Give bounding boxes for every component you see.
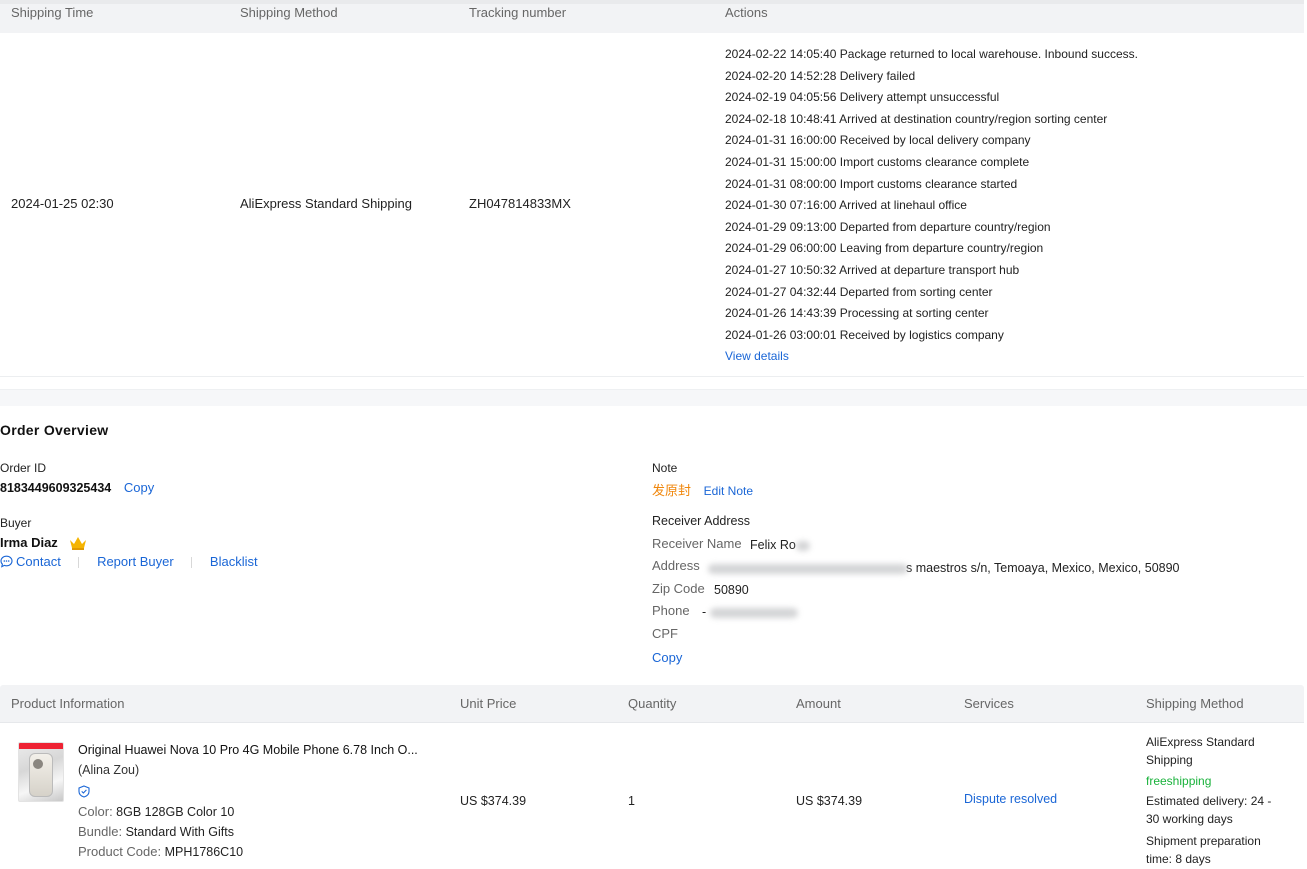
redacted-text — [710, 607, 799, 618]
contact-button[interactable]: Contact — [0, 554, 64, 569]
divider — [78, 557, 80, 569]
copy-order-id-button[interactable]: Copy — [124, 480, 154, 495]
header-shipping-time: Shipping Time — [11, 5, 94, 20]
estimated-delivery-line2: 30 working days — [1146, 812, 1233, 826]
cpf-label: CPF — [652, 626, 678, 641]
divider — [191, 557, 193, 569]
freeshipping-badge: freeshipping — [1146, 774, 1212, 788]
zip-code-value: 50890 — [714, 583, 749, 597]
buyer-label: Buyer — [0, 516, 32, 530]
zip-code-label: Zip Code — [652, 581, 705, 596]
header-tracking-number: Tracking number — [469, 5, 567, 20]
amount: US $374.39 — [796, 794, 863, 808]
dispute-resolved-link[interactable]: Dispute resolved — [964, 792, 1057, 806]
order-id-label: Order ID — [0, 461, 47, 475]
tracking-event: 2024-02-22 14:05:40 Package returned to … — [725, 47, 1138, 61]
header-shipping-method: Shipping Method — [1146, 696, 1244, 711]
shipping-method-line2: Shipping — [1146, 753, 1193, 767]
crown-icon — [69, 536, 87, 553]
phone-label: Phone — [652, 603, 690, 618]
tracking-event: 2024-01-31 08:00:00 Import customs clear… — [725, 176, 1018, 191]
tracking-event: 2024-01-27 04:32:44 Departed from sortin… — [725, 284, 993, 299]
order-overview-title: Order Overview — [0, 422, 109, 438]
shipping-table: Shipping Time Shipping Method Tracking n… — [0, 0, 1304, 377]
seller-name: (Alina Zou) — [78, 763, 140, 777]
redacted-text — [708, 563, 908, 574]
buyer-name: Irma Diaz — [0, 535, 58, 550]
tracking-event: 2024-01-31 15:00:00 Import customs clear… — [725, 154, 1030, 169]
order-id-value: 8183449609325434 — [0, 481, 112, 495]
shipping-table-header: Shipping Time Shipping Method Tracking n… — [0, 0, 1304, 33]
tracking-event: 2024-02-19 04:05:56 Delivery attempt uns… — [725, 90, 1000, 105]
copy-address-button[interactable]: Copy — [652, 650, 682, 665]
header-amount: Amount — [796, 696, 841, 711]
estimated-delivery-line1: Estimated delivery: 24 - — [1146, 794, 1272, 808]
address-label: Address — [652, 558, 700, 573]
tracking-event: 2024-02-18 10:48:41 Arrived at destinati… — [725, 111, 1108, 126]
header-product-information: Product Information — [11, 696, 125, 711]
contact-label: Contact — [16, 554, 61, 569]
shipment-preparation-line2: time: 8 days — [1146, 852, 1211, 866]
tracking-event: 2024-02-20 14:52:28 Delivery failed — [725, 68, 916, 83]
tracking-event: 2024-01-31 16:00:00 Received by local de… — [725, 133, 1031, 148]
verified-shield-icon — [78, 785, 90, 801]
report-buyer-button[interactable]: Report Buyer — [97, 554, 174, 569]
section-divider — [0, 389, 1307, 406]
receiver-address-title: Receiver Address — [652, 514, 750, 528]
shipping-time: 2024-01-25 02:30 — [11, 196, 114, 211]
tracking-number: ZH047814833MX — [469, 196, 571, 211]
address-value: s maestros s/n, Temoaya, Mexico, Mexico,… — [906, 561, 1180, 575]
phone-value: - — [702, 605, 707, 619]
note-label: Note — [652, 461, 678, 475]
note-value: 发原封 — [652, 483, 692, 498]
product-image[interactable] — [18, 742, 64, 802]
tracking-event: 2024-01-29 06:00:00 Leaving from departu… — [725, 241, 1044, 256]
tracking-event: 2024-01-27 10:50:32 Arrived at departure… — [725, 262, 1020, 277]
shipping-row: 2024-01-25 02:30 AliExpress Standard Shi… — [0, 33, 1304, 377]
tracking-events: 2024-02-22 14:05:40 Package returned to … — [725, 46, 1138, 348]
header-actions: Actions — [725, 5, 768, 20]
view-details-link[interactable]: View details — [725, 349, 789, 363]
chat-icon — [0, 555, 13, 571]
header-quantity: Quantity — [628, 696, 677, 711]
color-label: Color: — [78, 804, 113, 819]
tracking-event: 2024-01-26 14:43:39 Processing at sortin… — [725, 306, 989, 321]
unit-price: US $374.39 — [460, 794, 527, 808]
shipping-method: AliExpress Standard Shipping — [240, 196, 412, 211]
receiver-name-label: Receiver Name — [652, 536, 742, 551]
header-unit-price: Unit Price — [460, 696, 517, 711]
color-value: 8GB 128GB Color 10 — [116, 805, 235, 819]
bundle-value: Standard With Gifts — [125, 825, 234, 839]
quantity: 1 — [628, 794, 635, 808]
blacklist-button[interactable]: Blacklist — [210, 554, 258, 569]
tracking-event: 2024-01-29 09:13:00 Departed from depart… — [725, 219, 1051, 234]
product-table-header: Product Information Unit Price Quantity … — [0, 685, 1304, 723]
receiver-name: Felix Ro — [750, 538, 796, 552]
redacted-text — [795, 540, 810, 551]
shipment-preparation-line1: Shipment preparation — [1146, 834, 1261, 848]
edit-note-button[interactable]: Edit Note — [704, 484, 753, 498]
product-title-link[interactable]: Original Huawei Nova 10 Pro 4G Mobile Ph… — [78, 743, 418, 757]
header-shipping-method: Shipping Method — [240, 5, 338, 20]
product-code-value: MPH1786C10 — [164, 845, 244, 859]
tracking-event: 2024-01-30 07:16:00 Arrived at linehaul … — [725, 198, 967, 213]
shipping-method-line1: AliExpress Standard — [1146, 735, 1255, 749]
bundle-label: Bundle: — [78, 824, 123, 839]
tracking-event: 2024-01-26 03:00:01 Received by logistic… — [725, 327, 1004, 342]
header-services: Services — [964, 696, 1014, 711]
product-code-label: Product Code: — [78, 844, 162, 859]
